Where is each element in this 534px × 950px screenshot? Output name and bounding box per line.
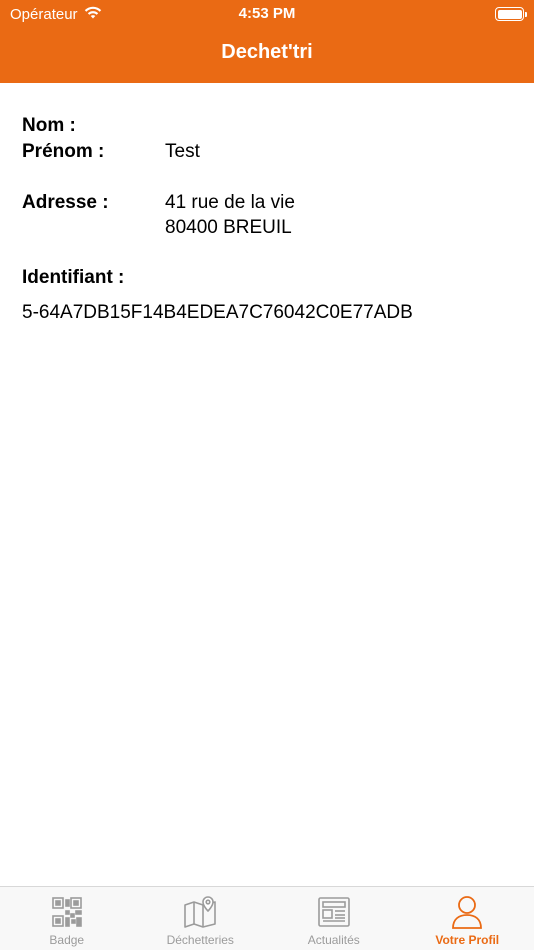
tab-dechetteries-label: Déchetteries <box>166 933 234 947</box>
tab-dechetteries[interactable]: Déchetteries <box>134 887 268 950</box>
adresse-label: Adresse : <box>22 192 109 213</box>
identifiant-value: 5-64A7DB15F14B4EDEA7C76042C0E77ADB <box>22 302 413 323</box>
status-bar: Opérateur 4:53 PM <box>0 0 534 28</box>
page-title: Dechet'tri <box>221 41 313 63</box>
newspaper-icon <box>317 895 351 929</box>
battery-icon <box>495 7 527 21</box>
user-icon <box>450 895 484 929</box>
identifiant-label: Identifiant : <box>22 267 125 288</box>
prenom-value: Test <box>165 141 200 162</box>
tab-actualites-label: Actualités <box>307 933 360 947</box>
prenom-label: Prénom : <box>22 141 105 162</box>
map-pin-icon <box>183 895 217 929</box>
tab-votre-profil[interactable]: Votre Profil <box>401 887 534 950</box>
adresse-line2: 80400 BREUIL <box>165 217 292 238</box>
tab-bar: Badge Déchetteries Actualités Votre Prof… <box>0 886 534 950</box>
tab-actualites[interactable]: Actualités <box>267 887 401 950</box>
nom-label: Nom : <box>22 115 76 136</box>
qr-code-icon <box>50 895 84 929</box>
tab-votre-profil-label: Votre Profil <box>435 933 500 947</box>
adresse-line1: 41 rue de la vie <box>165 192 295 213</box>
tab-badge[interactable]: Badge <box>0 887 134 950</box>
app-header: Opérateur 4:53 PM Dechet'tri <box>0 0 534 83</box>
status-time: 4:53 PM <box>238 5 296 22</box>
tab-badge-label: Badge <box>49 933 85 947</box>
